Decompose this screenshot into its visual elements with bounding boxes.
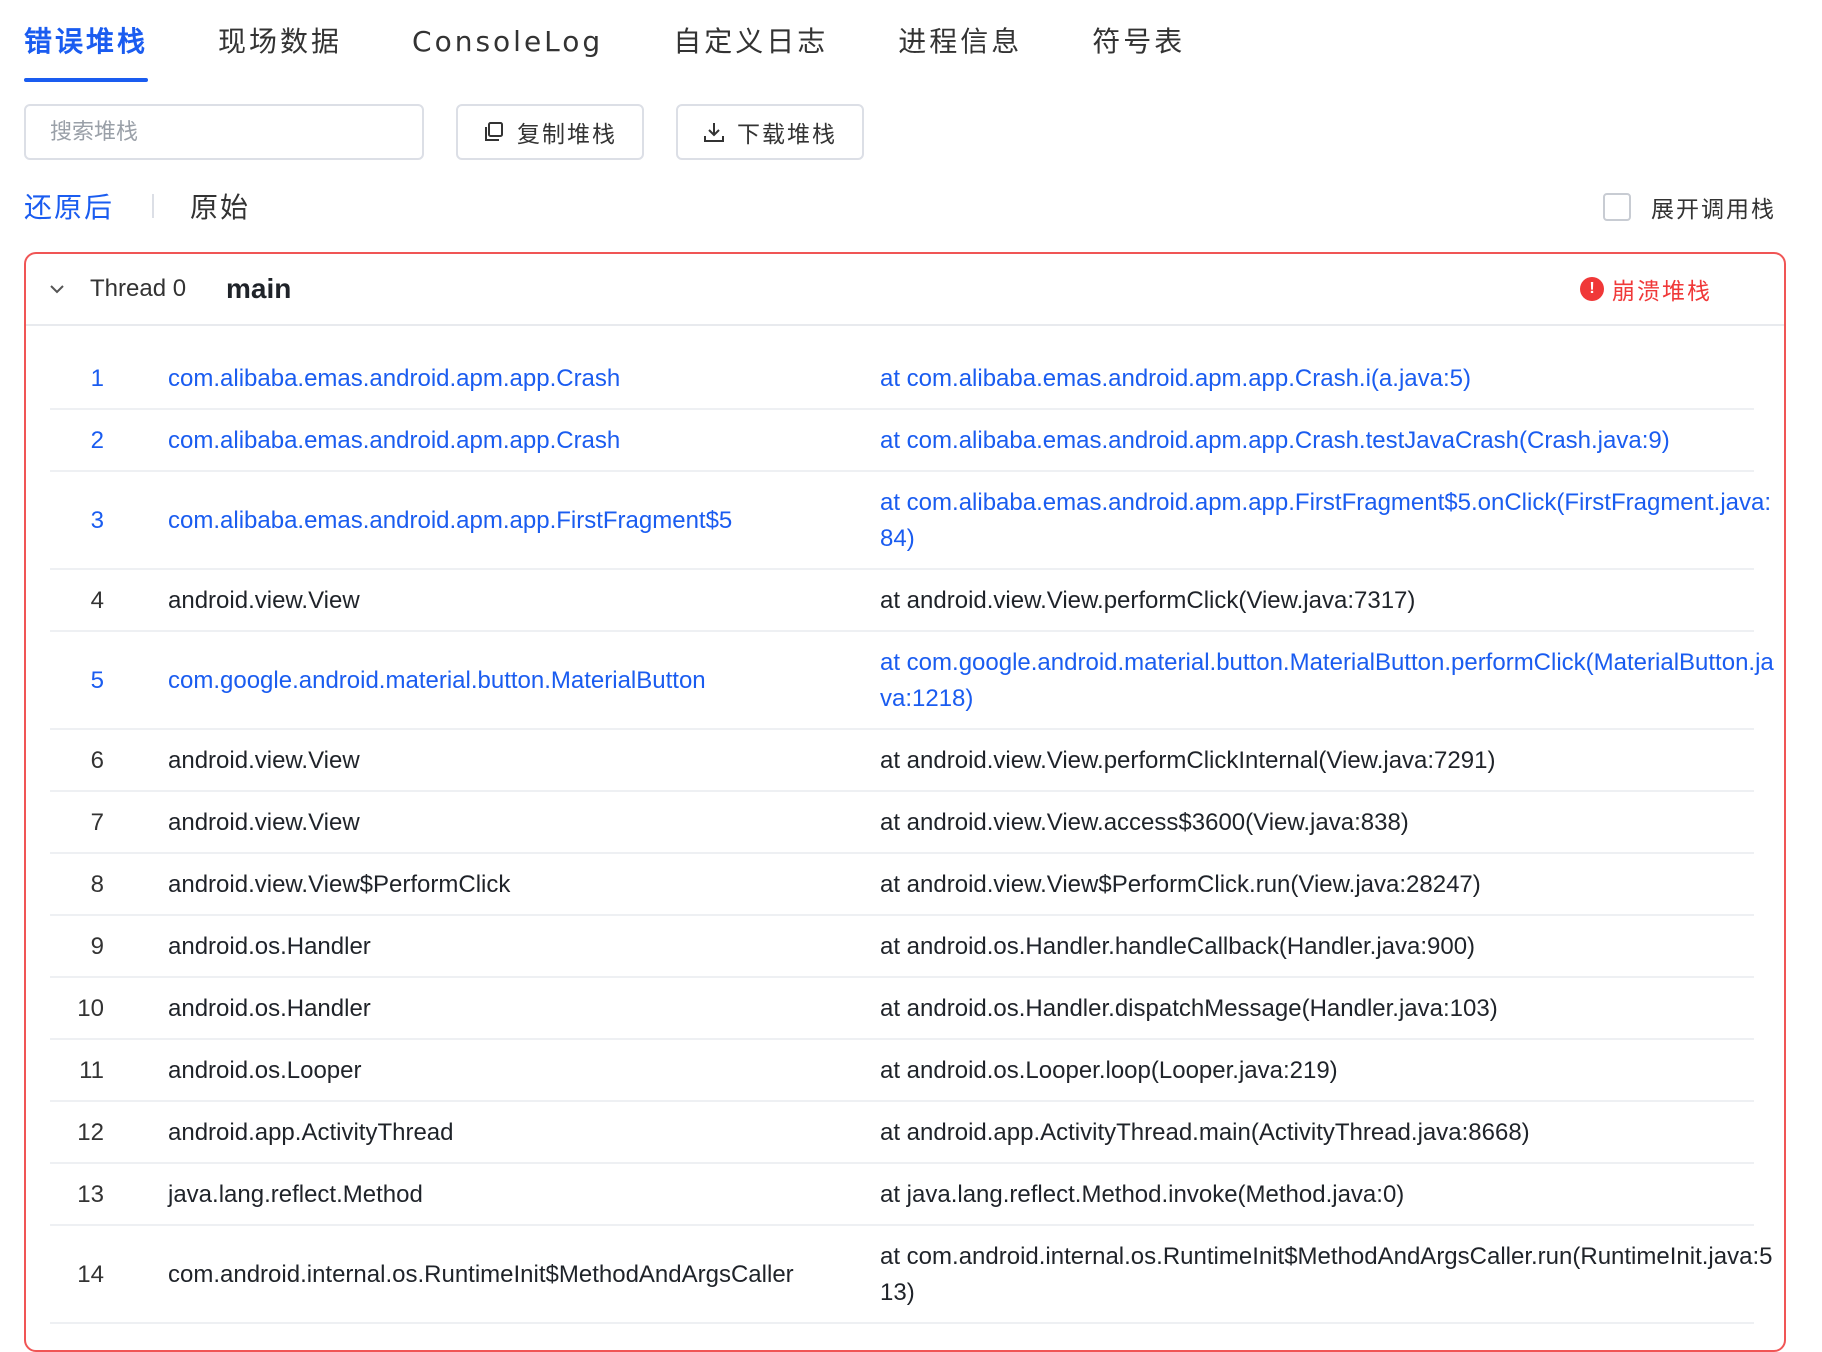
tab-bar: 错误堆栈 现场数据 ConsoleLog 自定义日志 进程信息 符号表 (24, 0, 1255, 84)
frame-index: 11 (79, 1057, 104, 1084)
stack-frame-row[interactable]: 2 com.alibaba.emas.android.apm.app.Crash… (50, 410, 1754, 472)
frame-class: android.os.Handler (168, 995, 371, 1022)
frame-call: at android.view.View.performClickInterna… (880, 747, 1496, 774)
restored-view-option[interactable]: 还原后 (24, 186, 114, 226)
crash-stack-badge: ! 崩溃堆栈 (1580, 272, 1712, 306)
frame-class: android.os.Looper (168, 1057, 362, 1084)
frame-class[interactable]: com.alibaba.emas.android.apm.app.FirstFr… (168, 503, 848, 539)
frame-index: 10 (77, 995, 104, 1022)
stack-frame-row[interactable]: 1 com.alibaba.emas.android.apm.app.Crash… (50, 348, 1754, 410)
tab-scene-data[interactable]: 现场数据 (218, 0, 342, 84)
frame-index: 14 (77, 1261, 104, 1288)
stack-frame-row[interactable]: 8 android.view.View$PerformClick at andr… (50, 854, 1754, 916)
frame-class: android.view.View (168, 747, 360, 774)
frame-call[interactable]: at com.alibaba.emas.android.apm.app.Cras… (880, 361, 1780, 397)
stack-frame-row[interactable]: 10 android.os.Handler at android.os.Hand… (50, 978, 1754, 1040)
segment-divider (152, 194, 155, 218)
tab-process-info[interactable]: 进程信息 (898, 0, 1022, 84)
copy-stack-label: 复制堆栈 (517, 122, 617, 148)
frame-call: at android.app.ActivityThread.main(Activ… (880, 1119, 1530, 1146)
copy-icon (483, 121, 505, 143)
expand-call-stack-label: 展开调用栈 (1651, 197, 1776, 223)
download-stack-label: 下载堆栈 (737, 122, 837, 148)
frame-call: at android.view.View$PerformClick.run(Vi… (880, 871, 1481, 898)
download-icon (703, 121, 725, 143)
frame-call: at android.view.View.performClick(View.j… (880, 587, 1416, 614)
view-mode-toggle: 还原后 原始 (24, 186, 250, 226)
frame-class: android.view.View$PerformClick (168, 871, 511, 898)
frame-class[interactable]: com.alibaba.emas.android.apm.app.Crash (168, 423, 848, 459)
frame-call: at java.lang.reflect.Method.invoke(Metho… (880, 1181, 1405, 1208)
stack-frame-row[interactable]: 14 com.android.internal.os.RuntimeInit$M… (50, 1226, 1772, 1324)
stack-frame-row[interactable]: 5 com.google.android.material.button.Mat… (50, 632, 1774, 730)
thread-label: Thread 0 (90, 275, 187, 302)
raw-view-option[interactable]: 原始 (190, 186, 250, 226)
stack-frame-row[interactable]: 4 android.view.View at android.view.View… (50, 570, 1754, 632)
frame-class[interactable]: com.alibaba.emas.android.apm.app.Crash (168, 361, 848, 397)
frame-index: 4 (90, 587, 104, 614)
frame-class[interactable]: com.google.android.material.button.Mater… (168, 663, 848, 699)
frame-index: 2 (90, 427, 104, 454)
search-input[interactable] (24, 104, 424, 160)
crash-stack-label: 崩溃堆栈 (1612, 279, 1712, 305)
frame-index: 9 (90, 933, 104, 960)
frame-class: android.os.Handler (168, 933, 371, 960)
stack-frame-row[interactable]: 9 android.os.Handler at android.os.Handl… (50, 916, 1754, 978)
frame-call: at android.os.Handler.handleCallback(Han… (880, 933, 1476, 960)
frame-index: 1 (90, 365, 104, 392)
frame-index: 13 (77, 1181, 104, 1208)
frame-call: at com.android.internal.os.RuntimeInit$M… (880, 1243, 1773, 1306)
tab-symbol-table[interactable]: 符号表 (1092, 0, 1185, 84)
frame-call[interactable]: at com.alibaba.emas.android.apm.app.Cras… (880, 423, 1780, 459)
thread-name: main (226, 273, 292, 304)
frame-class: com.android.internal.os.RuntimeInit$Meth… (168, 1261, 794, 1288)
copy-stack-button[interactable]: 复制堆栈 (456, 104, 644, 160)
tab-error-stack[interactable]: 错误堆栈 (24, 0, 149, 84)
expand-call-stack-toggle[interactable]: 展开调用栈 (1603, 190, 1776, 224)
stack-frame-row[interactable]: 3 com.alibaba.emas.android.apm.app.First… (50, 472, 1771, 570)
frame-index: 12 (77, 1119, 104, 1146)
stack-frame-row[interactable]: 13 java.lang.reflect.Method at java.lang… (50, 1164, 1754, 1226)
frame-call[interactable]: at com.google.android.material.button.Ma… (880, 645, 1780, 717)
thread-stack-panel: Thread 0 main ! 崩溃堆栈 1 com.alibaba.emas.… (24, 252, 1786, 1352)
stack-frame-row[interactable]: 7 android.view.View at android.view.View… (50, 792, 1754, 854)
chevron-down-icon[interactable] (48, 280, 66, 303)
tab-custom-log[interactable]: 自定义日志 (673, 0, 828, 84)
frame-call: at android.os.Handler.dispatchMessage(Ha… (880, 995, 1498, 1022)
frame-call: at android.view.View.access$3600(View.ja… (880, 809, 1409, 836)
frame-index: 8 (90, 871, 104, 898)
frame-index: 3 (90, 507, 104, 534)
stack-frame-row[interactable]: 12 android.app.ActivityThread at android… (50, 1102, 1754, 1164)
alert-icon: ! (1580, 277, 1604, 301)
tab-console-log[interactable]: ConsoleLog (412, 0, 603, 84)
stack-frame-row[interactable]: 6 android.view.View at android.view.View… (50, 730, 1754, 792)
download-stack-button[interactable]: 下载堆栈 (676, 104, 864, 160)
frame-class: android.app.ActivityThread (168, 1119, 454, 1146)
frame-class: java.lang.reflect.Method (168, 1181, 423, 1208)
frame-index: 6 (90, 747, 104, 774)
frame-index: 7 (90, 809, 104, 836)
frame-call[interactable]: at com.alibaba.emas.android.apm.app.Firs… (880, 485, 1780, 557)
frame-class: android.view.View (168, 587, 360, 614)
frame-call: at android.os.Looper.loop(Looper.java:21… (880, 1057, 1338, 1084)
frame-index: 5 (90, 667, 104, 694)
stack-frame-row[interactable]: 11 android.os.Looper at android.os.Loope… (50, 1040, 1754, 1102)
frame-class: android.view.View (168, 809, 360, 836)
expand-call-stack-checkbox[interactable] (1603, 193, 1631, 221)
stack-frame-list: 1 com.alibaba.emas.android.apm.app.Crash… (50, 348, 1774, 1324)
thread-header[interactable]: Thread 0 main ! 崩溃堆栈 (26, 254, 1784, 326)
